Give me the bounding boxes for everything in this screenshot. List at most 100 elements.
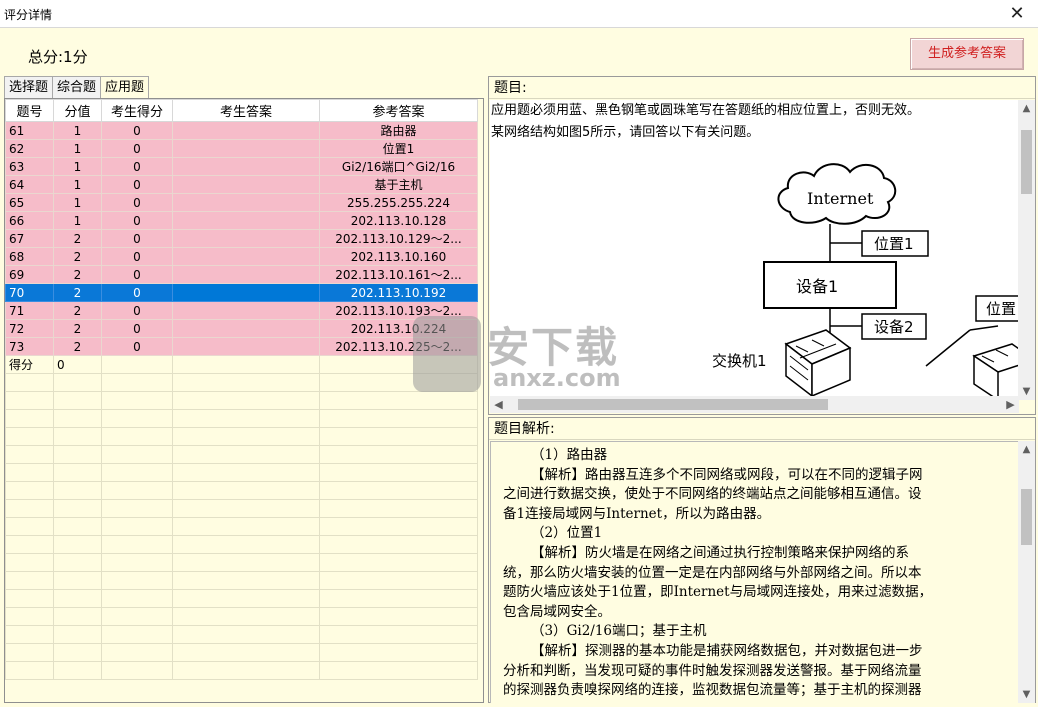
cell-no: 得分 bbox=[5, 355, 54, 374]
col-header-points[interactable]: 分值 bbox=[53, 99, 102, 122]
table-row[interactable]: 68 2 0 202.113.10.160 bbox=[5, 247, 478, 266]
cell-answer bbox=[172, 355, 320, 374]
scroll-thumb[interactable] bbox=[518, 399, 828, 410]
analysis-line: （2）位置1 bbox=[531, 525, 603, 542]
table-row[interactable]: 61 1 0 路由器 bbox=[5, 121, 478, 140]
col-header-score[interactable]: 考生得分 bbox=[101, 99, 173, 122]
cell-answer bbox=[172, 229, 320, 248]
empty-cell bbox=[53, 445, 102, 464]
cell-reference: 202.113.10.192 bbox=[319, 283, 478, 302]
tab-choice[interactable]: 选择题 bbox=[4, 76, 54, 98]
empty-cell bbox=[5, 571, 54, 590]
score-total-row[interactable]: 得分 0 bbox=[5, 355, 478, 374]
empty-cell bbox=[319, 391, 478, 410]
generate-reference-answer-button[interactable]: 生成参考答案 bbox=[910, 38, 1024, 70]
scroll-right-icon[interactable]: ▶ bbox=[1002, 396, 1019, 413]
empty-cell bbox=[53, 535, 102, 554]
tab-comprehensive[interactable]: 综合题 bbox=[52, 76, 102, 98]
switch1-icon bbox=[784, 329, 852, 398]
table-row[interactable]: 65 1 0 255.255.255.224 bbox=[5, 193, 478, 212]
scroll-thumb[interactable] bbox=[1021, 489, 1032, 545]
question-panel: 题目: 应用题必须用蓝、黑色钢笔或圆珠笔写在答题纸的相应位置上，否则无效。 某网… bbox=[488, 76, 1036, 415]
table-row[interactable]: 73 2 0 202.113.10.225～2... bbox=[5, 337, 478, 356]
empty-cell bbox=[101, 571, 173, 590]
cell-no: 70 bbox=[5, 283, 54, 302]
cell-no: 61 bbox=[5, 121, 54, 140]
cell-reference: 202.113.10.224 bbox=[319, 319, 478, 338]
empty-cell bbox=[101, 589, 173, 608]
cell-points: 2 bbox=[53, 283, 102, 302]
cell-points: 1 bbox=[53, 121, 102, 140]
empty-cell bbox=[5, 535, 54, 554]
cell-reference: 202.113.10.128 bbox=[319, 211, 478, 230]
scroll-left-icon[interactable]: ◀ bbox=[490, 396, 507, 413]
internet-label: Internet bbox=[807, 189, 874, 208]
empty-cell bbox=[53, 391, 102, 410]
table-row[interactable]: 66 1 0 202.113.10.128 bbox=[5, 211, 478, 230]
scroll-down-icon[interactable]: ▼ bbox=[1018, 686, 1035, 703]
empty-cell bbox=[101, 481, 173, 500]
col-header-no[interactable]: 题号 bbox=[5, 99, 54, 122]
tab-application[interactable]: 应用题 bbox=[100, 76, 150, 99]
analysis-header: 题目解析: bbox=[489, 418, 1035, 440]
table-row[interactable]: 67 2 0 202.113.10.129～2... bbox=[5, 229, 478, 248]
empty-cell bbox=[319, 625, 478, 644]
empty-cell bbox=[319, 463, 478, 482]
table-row[interactable]: 64 1 0 基于主机 bbox=[5, 175, 478, 194]
analysis-line: 包含局域网安全。 bbox=[503, 603, 611, 620]
cell-no: 67 bbox=[5, 229, 54, 248]
empty-row bbox=[5, 445, 478, 464]
empty-cell bbox=[172, 607, 320, 626]
empty-cell bbox=[101, 499, 173, 518]
empty-cell bbox=[5, 517, 54, 536]
score-grid: 题号 分值 考生得分 考生答案 参考答案 61 1 0 路由器 62 1 0 位置1 63 1 0 G… bbox=[4, 98, 484, 703]
cell-answer bbox=[172, 247, 320, 266]
cell-answer bbox=[172, 319, 320, 338]
scroll-thumb[interactable] bbox=[1021, 130, 1032, 194]
cell-no: 64 bbox=[5, 175, 54, 194]
close-icon[interactable]: ✕ bbox=[1006, 3, 1028, 25]
empty-row bbox=[5, 427, 478, 446]
table-row[interactable]: 63 1 0 Gi2/16端口^Gi2/16 bbox=[5, 157, 478, 176]
cell-no: 72 bbox=[5, 319, 54, 338]
empty-cell bbox=[101, 625, 173, 644]
empty-row bbox=[5, 517, 478, 536]
score-panel: 选择题 综合题 应用题 题号 分值 考生得分 考生答案 参考答案 61 1 0 路由器… bbox=[4, 76, 484, 703]
scroll-up-icon[interactable]: ▲ bbox=[1018, 100, 1035, 117]
cell-score: 0 bbox=[101, 121, 173, 140]
col-header-answer[interactable]: 考生答案 bbox=[172, 99, 320, 122]
empty-cell bbox=[172, 409, 320, 428]
cell-points: 1 bbox=[53, 193, 102, 212]
table-row[interactable]: 62 1 0 位置1 bbox=[5, 139, 478, 158]
question-line: 某网络结构如图5所示，请回答以下有关问题。 bbox=[491, 125, 760, 140]
analysis-content: （1）路由器 【解析】路由器互连多个不同网络或网段，可以在不同的逻辑子网 之间进行数… bbox=[490, 441, 1019, 703]
cell-reference: 202.113.10.225～2... bbox=[319, 337, 478, 356]
empty-row bbox=[5, 499, 478, 518]
scroll-up-icon[interactable]: ▲ bbox=[1018, 441, 1035, 458]
table-row[interactable]: 71 2 0 202.113.10.193～2... bbox=[5, 301, 478, 320]
empty-cell bbox=[172, 427, 320, 446]
empty-cell bbox=[53, 517, 102, 536]
network-diagram: Internet 位置1 设备1 设备2 位置 交换机1 bbox=[712, 163, 1019, 400]
cell-answer bbox=[172, 139, 320, 158]
cell-reference: 路由器 bbox=[319, 121, 478, 140]
table-row[interactable]: 69 2 0 202.113.10.161～2... bbox=[5, 265, 478, 284]
empty-cell bbox=[319, 373, 478, 392]
analysis-vertical-scrollbar[interactable]: ▲ ▼ bbox=[1018, 441, 1035, 703]
empty-cell bbox=[101, 643, 173, 662]
empty-cell bbox=[172, 661, 320, 680]
empty-cell bbox=[172, 481, 320, 500]
empty-cell bbox=[5, 553, 54, 572]
device1-label: 设备1 bbox=[796, 277, 838, 296]
table-row[interactable]: 70 2 0 202.113.10.192 bbox=[5, 283, 478, 302]
question-vertical-scrollbar[interactable]: ▲ ▼ bbox=[1018, 100, 1035, 400]
empty-cell bbox=[172, 625, 320, 644]
empty-row bbox=[5, 373, 478, 392]
scroll-down-icon[interactable]: ▼ bbox=[1018, 383, 1035, 400]
question-horizontal-scrollbar[interactable]: ◀ ▶ bbox=[490, 396, 1019, 413]
col-header-reference[interactable]: 参考答案 bbox=[319, 99, 478, 122]
analysis-line: 之间进行数据交换，使处于不同网络的终端站点之间能够相互通信。设 bbox=[503, 486, 922, 503]
table-row[interactable]: 72 2 0 202.113.10.224 bbox=[5, 319, 478, 338]
empty-cell bbox=[172, 517, 320, 536]
empty-row bbox=[5, 463, 478, 482]
